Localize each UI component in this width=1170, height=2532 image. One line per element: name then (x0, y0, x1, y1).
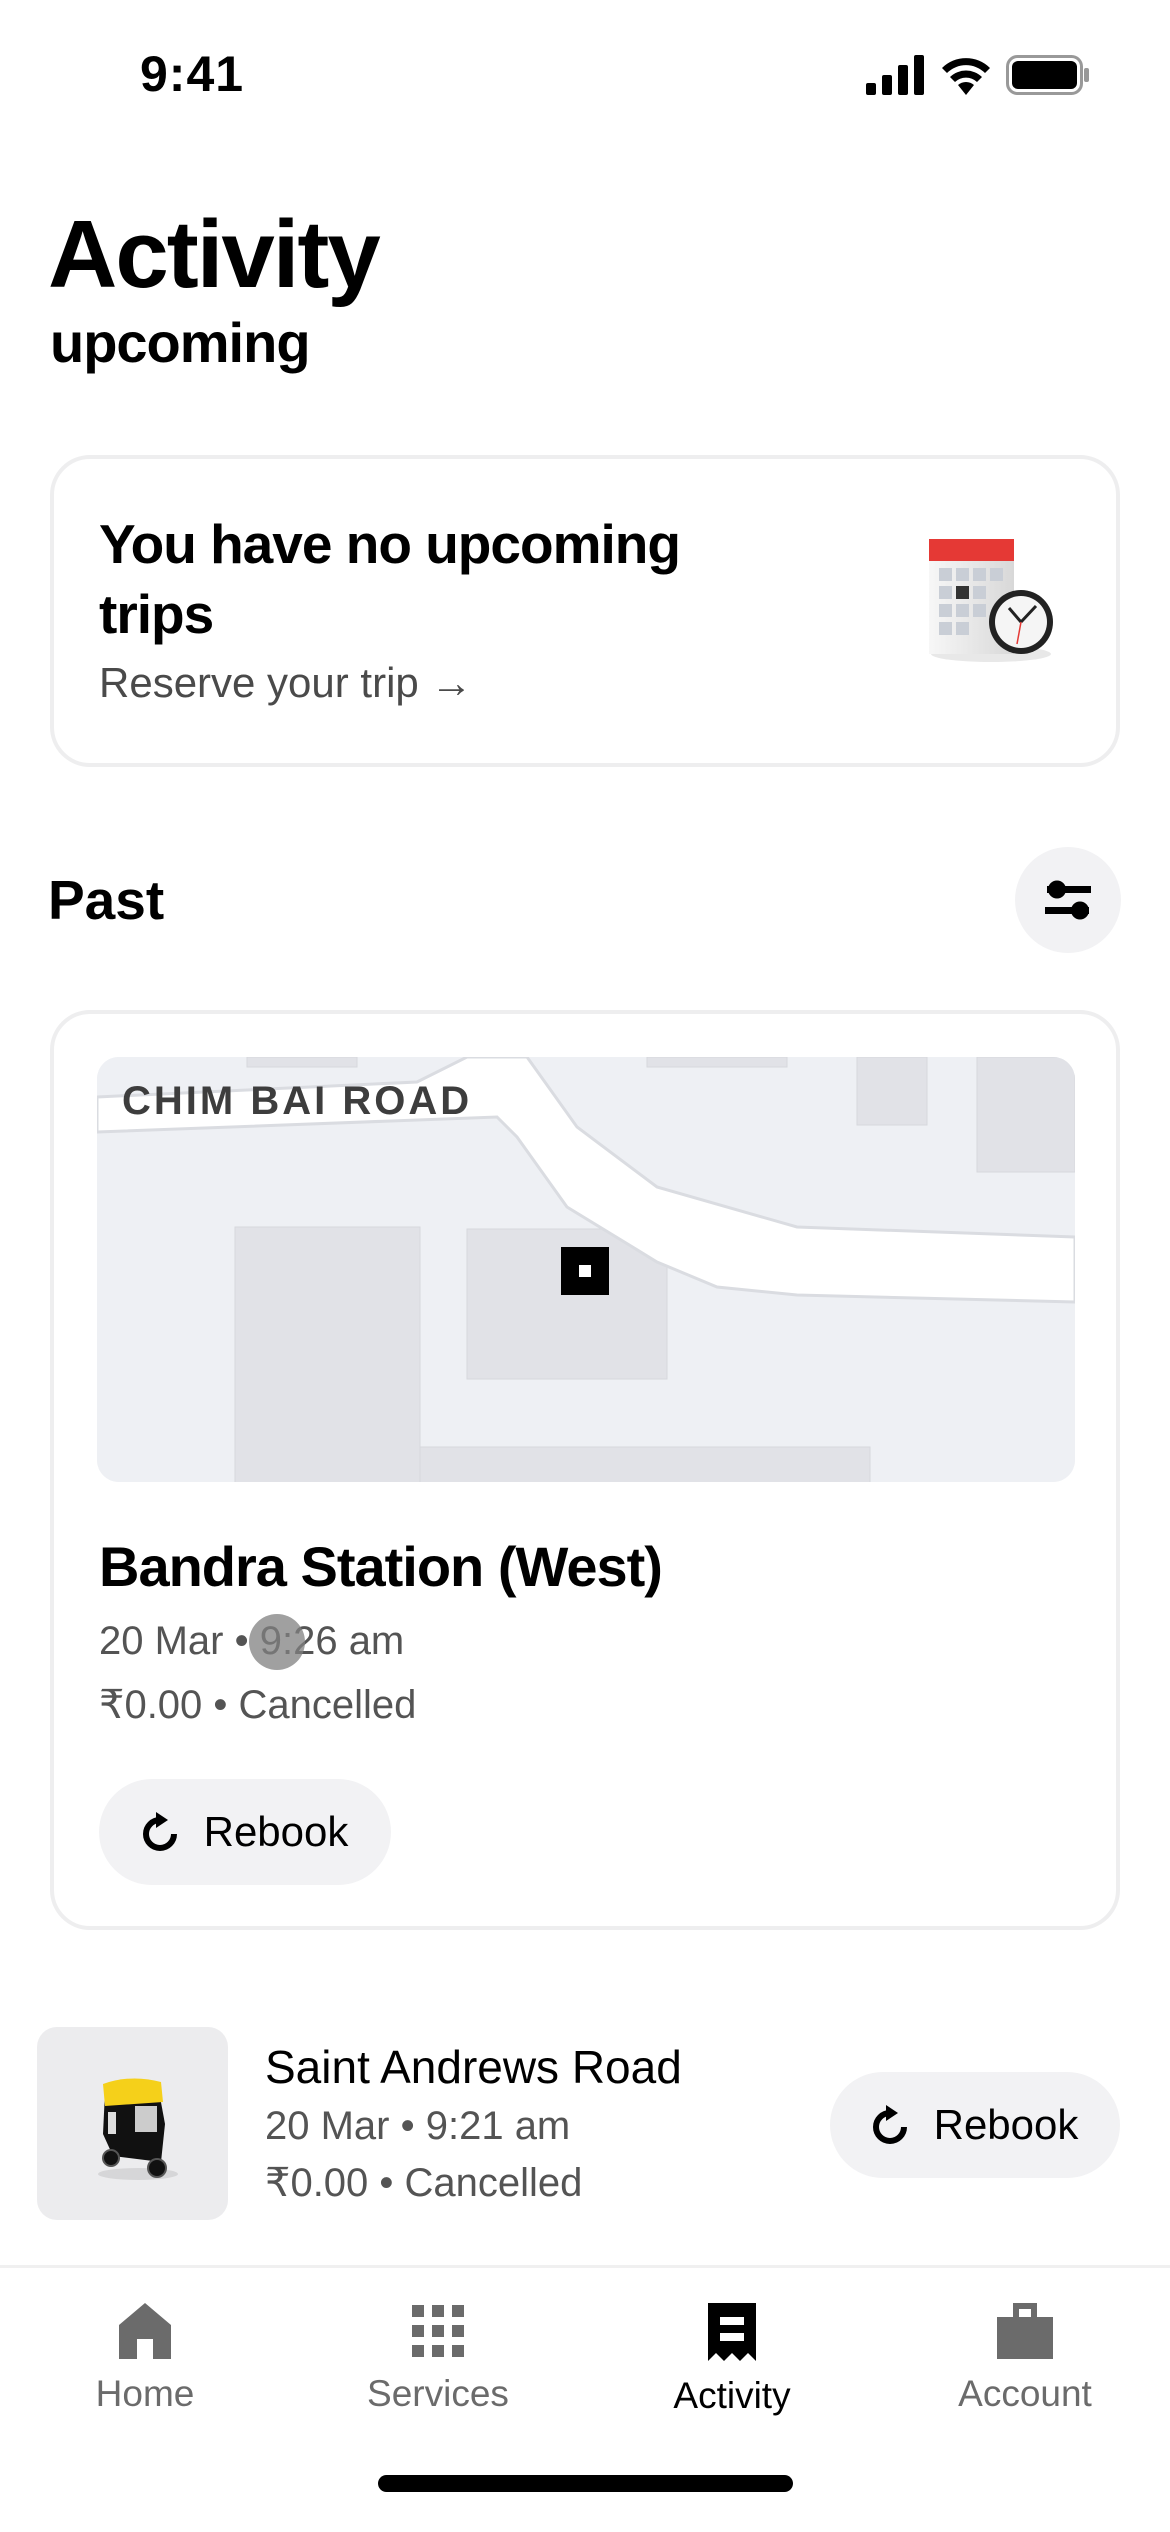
tab-label: Activity (673, 2375, 791, 2416)
refresh-icon (872, 2105, 907, 2144)
rebook-button[interactable]: Rebook (99, 1779, 391, 1885)
reserve-trip-link[interactable]: Reserve your trip → (99, 659, 472, 707)
home-icon (119, 2303, 171, 2359)
wifi-icon (942, 58, 990, 95)
no-upcoming-title: You have no upcoming trips (99, 513, 681, 645)
calendar-clock-icon (929, 539, 1053, 662)
auto-rickshaw-icon (97, 2077, 178, 2180)
vehicle-thumbnail (37, 2027, 228, 2220)
status-time: 9:41 (140, 46, 245, 102)
refresh-icon (142, 1812, 177, 1851)
tab-label: Home (95, 2373, 195, 2414)
sliders-icon (1045, 880, 1091, 920)
map-road-label: CHIM BAI ROAD (122, 1079, 473, 1123)
past-section-title: Past (48, 869, 165, 931)
grid-icon (412, 2305, 464, 2357)
tab-services[interactable]: Services (318, 2303, 558, 2415)
battery-icon (1006, 55, 1089, 95)
trip-price-status: ₹0.00 • Cancelled (265, 2161, 583, 2205)
trip-destination: Bandra Station (West) (99, 1535, 663, 1598)
tab-activity[interactable]: Activity (612, 2303, 852, 2417)
rebook-button[interactable]: Rebook (830, 2072, 1120, 2178)
trip-price-status: ₹0.00 • Cancelled (99, 1683, 417, 1727)
trip-datetime: 20 Mar • 9:21 am (265, 2104, 571, 2148)
receipt-icon (708, 2303, 756, 2361)
status-icons (866, 55, 1090, 95)
trip-map: CHIM BAI ROAD (97, 1057, 1075, 1482)
touch-indicator (249, 1614, 305, 1670)
home-indicator (378, 2475, 793, 2492)
trip-destination: Saint Andrews Road (265, 2041, 682, 2093)
upcoming-trips-card[interactable]: You have no upcoming trips Reserve your … (50, 455, 1120, 767)
rebook-label: Rebook (933, 2101, 1079, 2148)
tab-label: Services (367, 2373, 509, 2414)
signal-icon (866, 55, 924, 95)
filter-button[interactable] (1015, 847, 1121, 953)
past-trip-card[interactable]: CHIM BAI ROAD Bandra Station (West) 20 M… (50, 1010, 1120, 1930)
rebook-label: Rebook (203, 1808, 349, 1855)
tab-home[interactable]: Home (25, 2303, 265, 2415)
page-title: Activity (48, 201, 381, 308)
section-subtitle: upcoming (50, 311, 311, 374)
briefcase-icon (997, 2303, 1053, 2359)
tab-label: Account (958, 2373, 1092, 2414)
tab-account[interactable]: Account (905, 2303, 1145, 2415)
